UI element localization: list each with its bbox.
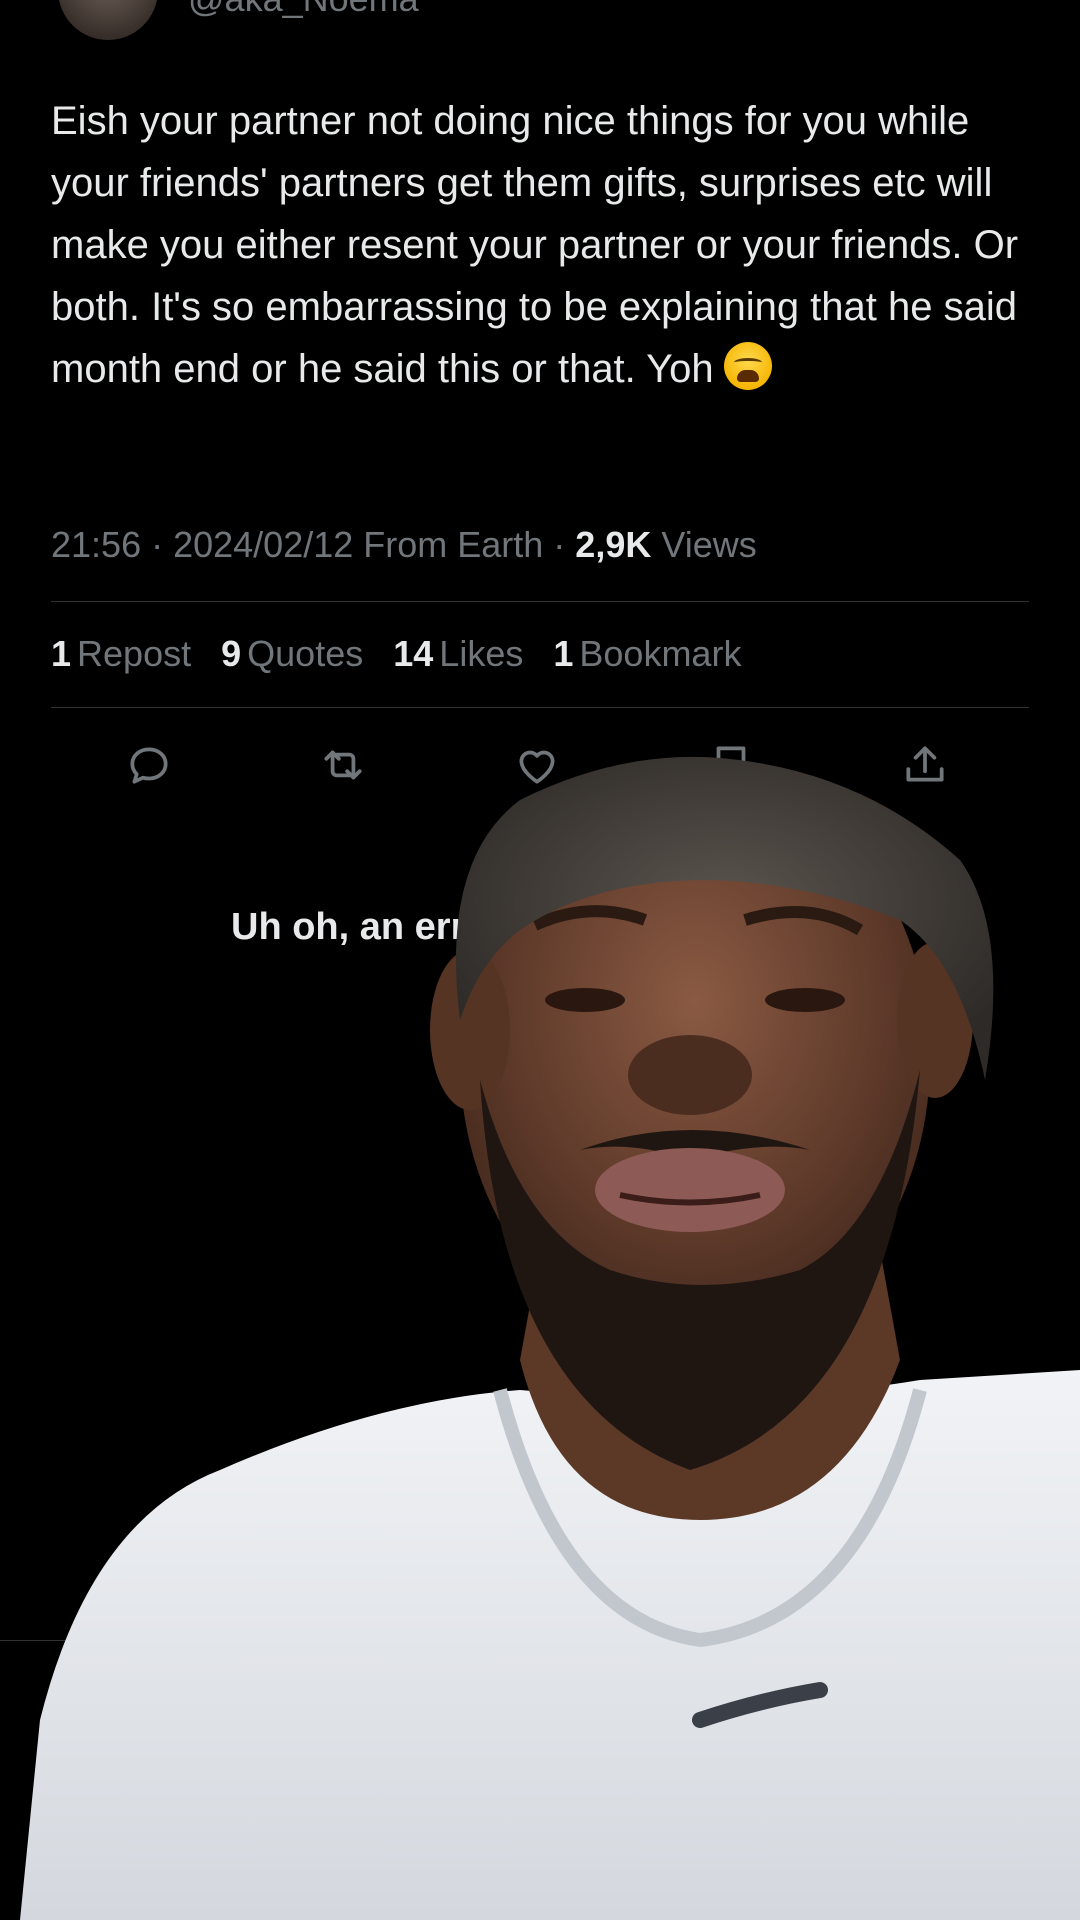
creator-nose: [628, 1035, 752, 1115]
creator-overlay-image: [20, 756, 1080, 1920]
creator-shirt: [20, 1370, 1080, 1920]
creator-eye-left: [545, 988, 625, 1012]
creator-lips: [595, 1148, 785, 1232]
creator-eye-right: [765, 988, 845, 1012]
